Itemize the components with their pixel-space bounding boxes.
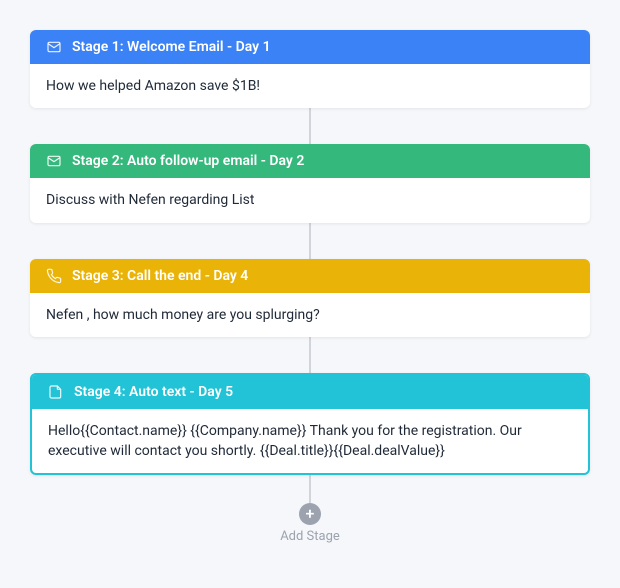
stage-header-text: Stage 4: Auto text - Day 5 <box>74 384 233 400</box>
phone-icon <box>46 268 62 284</box>
connector <box>309 337 311 373</box>
envelope-icon <box>46 39 62 55</box>
envelope-icon <box>46 153 62 169</box>
text-icon <box>48 384 64 400</box>
connector <box>309 475 311 503</box>
stage-body-text: How we helped Amazon save $1B! <box>30 64 590 108</box>
stage-body-text: Hello{{Contact.name}} {{Company.name}} T… <box>32 409 588 474</box>
stage-header-3: Stage 3: Call the end - Day 4 <box>30 259 590 293</box>
stage-card-2[interactable]: Stage 2: Auto follow-up email - Day 2 Di… <box>30 144 590 222</box>
add-stage-label: Add Stage <box>280 529 340 544</box>
stage-card-1[interactable]: Stage 1: Welcome Email - Day 1 How we he… <box>30 30 590 108</box>
plus-icon: + <box>306 506 315 522</box>
stage-header-text: Stage 1: Welcome Email - Day 1 <box>72 39 271 55</box>
connector <box>309 223 311 259</box>
stage-card-4[interactable]: Stage 4: Auto text - Day 5 Hello{{Contac… <box>30 373 590 476</box>
connector <box>309 108 311 144</box>
stage-header-1: Stage 1: Welcome Email - Day 1 <box>30 30 590 64</box>
stage-body-text: Nefen , how much money are you splurging… <box>30 293 590 337</box>
add-stage[interactable]: + Add Stage <box>280 503 340 544</box>
add-stage-button[interactable]: + <box>299 503 321 525</box>
stage-header-text: Stage 2: Auto follow-up email - Day 2 <box>72 153 304 169</box>
stage-body-text: Discuss with Nefen regarding List <box>30 178 590 222</box>
stage-header-text: Stage 3: Call the end - Day 4 <box>72 268 248 284</box>
stage-header-4: Stage 4: Auto text - Day 5 <box>32 375 588 409</box>
stage-header-2: Stage 2: Auto follow-up email - Day 2 <box>30 144 590 178</box>
stage-card-3[interactable]: Stage 3: Call the end - Day 4 Nefen , ho… <box>30 259 590 337</box>
